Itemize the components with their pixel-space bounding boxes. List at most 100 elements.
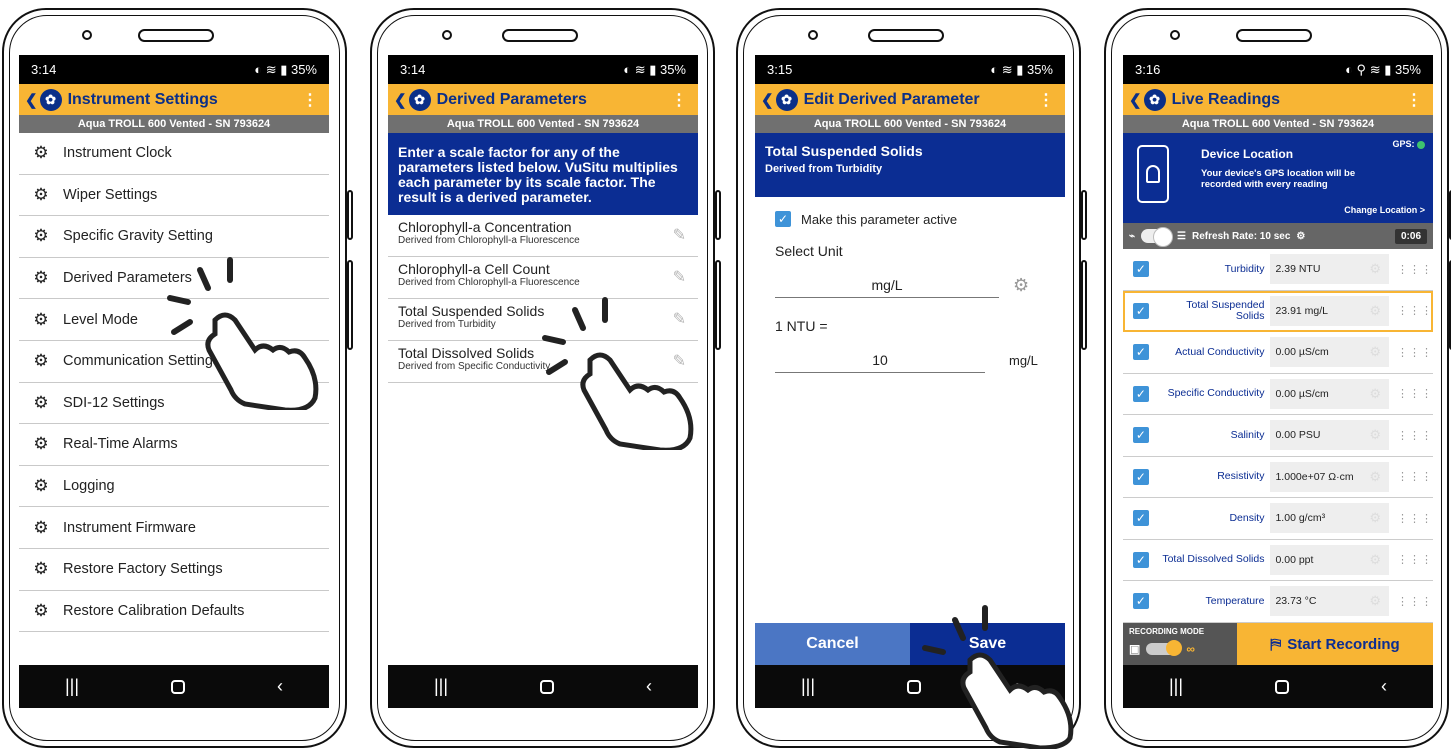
phone-frame: 3:14 ◐ ≋ ▮ 35% ❮ ✿ Instrument Settings ⋮… xyxy=(2,8,353,748)
chart-icon[interactable]: ⌁ xyxy=(1129,231,1135,242)
reading-checkbox[interactable]: ✓ xyxy=(1133,385,1149,402)
reading-checkbox[interactable]: ✓ xyxy=(1133,302,1149,319)
param-item[interactable]: Chlorophyll-a Concentration Derived from… xyxy=(388,215,698,257)
phone-frame: 3:14 ◐ ≋ ▮ 35% ❮ ✿ Derived Parameters ⋮ … xyxy=(370,8,721,748)
setting-item[interactable]: ⚙ Real-Time Alarms xyxy=(19,424,329,466)
reading-checkbox[interactable]: ✓ xyxy=(1133,427,1149,444)
overflow-menu-icon[interactable]: ⋮ xyxy=(302,90,318,110)
recents-icon[interactable]: ||| xyxy=(1169,676,1183,697)
parameter-source: Derived from Turbidity xyxy=(765,163,883,175)
edit-icon[interactable]: ✎ xyxy=(673,351,686,371)
back-icon[interactable]: ‹ xyxy=(1013,676,1019,697)
recents-icon[interactable]: ||| xyxy=(65,676,79,697)
gear-icon[interactable]: ⚙ xyxy=(1369,344,1381,360)
setting-label: SDI-12 Settings xyxy=(63,394,165,411)
setting-item[interactable]: ⚙ Specific Gravity Setting xyxy=(19,216,329,258)
gear-icon[interactable]: ⚙ xyxy=(1369,303,1381,319)
back-arrow-icon[interactable]: ❮ xyxy=(25,91,38,109)
app-logo-icon: ✿ xyxy=(1143,88,1166,111)
gear-icon: ⚙ xyxy=(33,184,49,204)
drag-handle-icon[interactable]: ⋮⋮⋮ xyxy=(1397,553,1433,566)
back-icon[interactable]: ‹ xyxy=(646,676,652,697)
home-icon[interactable] xyxy=(907,679,921,694)
cancel-button[interactable]: Cancel xyxy=(755,623,910,665)
setting-item[interactable]: ⚙ Wiper Settings xyxy=(19,175,329,217)
setting-item[interactable]: ⚙ Restore Factory Settings xyxy=(19,549,329,591)
start-recording-button[interactable]: ⛿ Start Recording xyxy=(1237,623,1433,665)
param-item[interactable]: Total Suspended Solids Derived from Turb… xyxy=(388,299,698,341)
gear-icon: ⚙ xyxy=(33,351,49,371)
recording-mode-toggle[interactable] xyxy=(1146,640,1183,656)
gear-icon[interactable]: ⚙ xyxy=(1369,427,1381,443)
gear-icon: ⚙ xyxy=(33,476,49,496)
edit-icon[interactable]: ✎ xyxy=(673,225,686,245)
change-location-link[interactable]: Change Location > xyxy=(1344,205,1425,215)
setting-item[interactable]: ⚙ SDI-12 Settings xyxy=(19,383,329,425)
back-arrow-icon[interactable]: ❮ xyxy=(761,91,774,109)
view-toggle[interactable] xyxy=(1141,227,1174,247)
gear-icon[interactable]: ⚙ xyxy=(1369,469,1381,485)
gear-icon[interactable]: ⚙ xyxy=(1369,510,1381,526)
drag-handle-icon[interactable]: ⋮⋮⋮ xyxy=(1397,263,1433,276)
app-bar: ❮ ✿ Instrument Settings ⋮ xyxy=(19,84,329,115)
setting-item[interactable]: ⚙ Restore Calibration Defaults xyxy=(19,591,329,633)
overflow-menu-icon[interactable]: ⋮ xyxy=(1406,90,1422,110)
param-name: Chlorophyll-a Concentration xyxy=(398,219,572,235)
drag-handle-icon[interactable]: ⋮⋮⋮ xyxy=(1397,387,1433,400)
edit-icon[interactable]: ✎ xyxy=(673,309,686,329)
list-icon[interactable]: ☰ xyxy=(1177,231,1186,242)
home-icon[interactable] xyxy=(540,679,554,694)
reading-checkbox[interactable]: ✓ xyxy=(1133,261,1149,278)
drag-handle-icon[interactable]: ⋮⋮⋮ xyxy=(1397,304,1433,317)
reading-row: ✓ Resistivity 1.000e+07 Ω·cm ⚙ ⋮⋮⋮ xyxy=(1123,457,1433,498)
reading-checkbox[interactable]: ✓ xyxy=(1133,510,1149,527)
recents-icon[interactable]: ||| xyxy=(434,676,448,697)
gear-icon[interactable]: ⚙ xyxy=(1369,261,1381,277)
gear-icon[interactable]: ⚙ xyxy=(1296,231,1305,242)
active-checkbox[interactable]: ✓ xyxy=(775,211,791,227)
reading-checkbox[interactable]: ✓ xyxy=(1133,468,1149,485)
setting-item[interactable]: ⚙ Instrument Clock xyxy=(19,133,329,175)
edit-icon[interactable]: ✎ xyxy=(673,267,686,287)
gear-icon[interactable]: ⚙ xyxy=(1369,593,1381,609)
setting-item[interactable]: ⚙ Level Mode xyxy=(19,299,329,341)
drag-handle-icon[interactable]: ⋮⋮⋮ xyxy=(1397,470,1433,483)
back-arrow-icon[interactable]: ❮ xyxy=(1129,91,1142,109)
setting-item[interactable]: ⚙ Logging xyxy=(19,466,329,508)
param-item[interactable]: Total Dissolved Solids Derived from Spec… xyxy=(388,341,698,383)
back-icon[interactable]: ‹ xyxy=(1381,676,1387,697)
home-icon[interactable] xyxy=(171,679,185,694)
drag-handle-icon[interactable]: ⋮⋮⋮ xyxy=(1397,346,1433,359)
gear-icon[interactable]: ⚙ xyxy=(1013,275,1029,296)
reading-checkbox[interactable]: ✓ xyxy=(1133,344,1149,361)
setting-item[interactable]: ⚙ Instrument Firmware xyxy=(19,507,329,549)
scale-factor-input[interactable]: 10 xyxy=(775,348,985,373)
reading-checkbox[interactable]: ✓ xyxy=(1133,551,1149,568)
gear-icon[interactable]: ⚙ xyxy=(1369,386,1381,402)
start-recording-label: Start Recording xyxy=(1287,635,1400,653)
speaker-grille xyxy=(502,29,578,42)
drag-handle-icon[interactable]: ⋮⋮⋮ xyxy=(1397,595,1433,608)
setting-item[interactable]: ⚙ Communication Settings xyxy=(19,341,329,383)
drag-handle-icon[interactable]: ⋮⋮⋮ xyxy=(1397,429,1433,442)
overflow-menu-icon[interactable]: ⋮ xyxy=(671,90,687,110)
reading-row: ✓ Density 1.00 g/cm³ ⚙ ⋮⋮⋮ xyxy=(1123,498,1433,540)
setting-label: Derived Parameters xyxy=(63,270,192,287)
home-icon[interactable] xyxy=(1275,679,1289,694)
gear-icon[interactable]: ⚙ xyxy=(1369,552,1381,568)
drag-handle-icon[interactable]: ⋮⋮⋮ xyxy=(1397,512,1433,525)
overflow-menu-icon[interactable]: ⋮ xyxy=(1038,90,1054,110)
gps-ok-icon xyxy=(1417,140,1425,149)
reading-checkbox[interactable]: ✓ xyxy=(1133,593,1149,610)
back-icon[interactable]: ‹ xyxy=(277,676,283,697)
param-item[interactable]: Chlorophyll-a Cell Count Derived from Ch… xyxy=(388,257,698,299)
setting-item[interactable]: ⚙ Derived Parameters xyxy=(19,258,329,300)
unit-select[interactable]: mg/L xyxy=(775,273,999,298)
back-arrow-icon[interactable]: ❮ xyxy=(394,91,407,109)
device-location-banner: Device Location Your device's GPS locati… xyxy=(1123,133,1433,223)
active-toggle-row[interactable]: ✓ Make this parameter active xyxy=(775,211,1045,227)
recents-icon[interactable]: ||| xyxy=(801,676,815,697)
reading-value: 2.39 NTU xyxy=(1275,263,1321,276)
save-button[interactable]: Save xyxy=(910,623,1065,665)
recording-mode[interactable]: RECORDING MODE ▣ ∞ xyxy=(1123,623,1237,665)
